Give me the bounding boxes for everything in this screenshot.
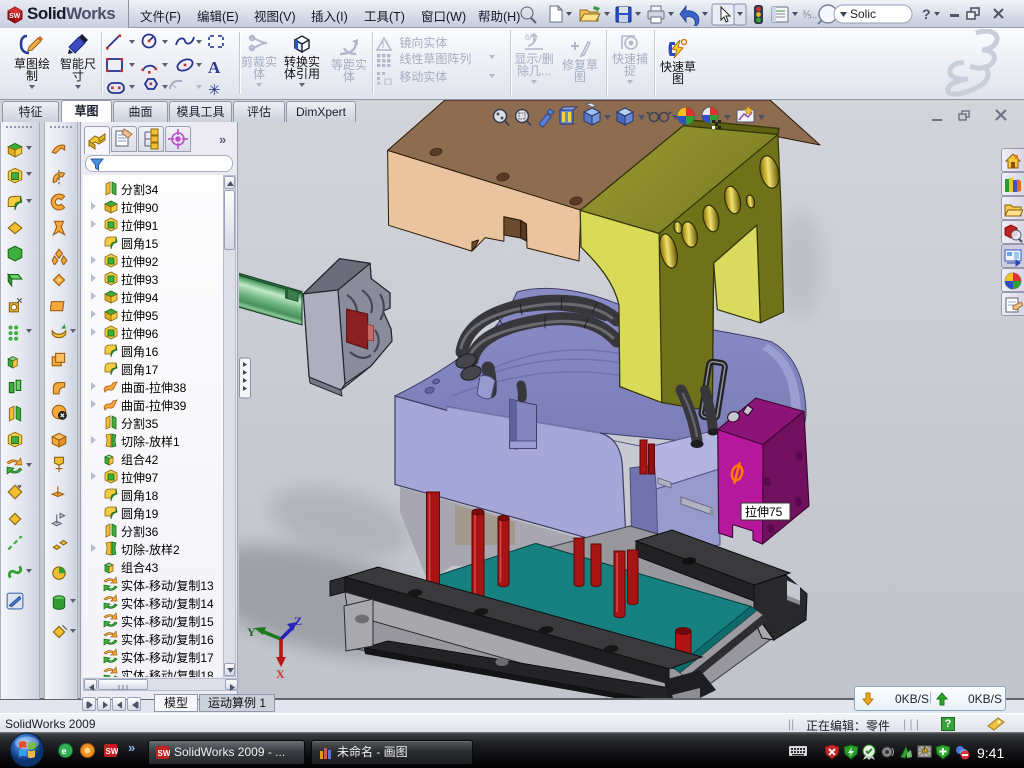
svg-text:⅗..: ⅗.. xyxy=(802,10,817,21)
svg-text:✳: ✳ xyxy=(208,82,221,98)
svg-text:SW: SW xyxy=(9,13,21,20)
svg-text:X: X xyxy=(276,667,285,681)
svg-text:Y: Y xyxy=(247,625,256,639)
svg-text:e: e xyxy=(62,746,67,756)
svg-text:拉伸75: 拉伸75 xyxy=(745,504,783,519)
svg-text:!: ! xyxy=(924,748,925,754)
svg-text:Z: Z xyxy=(294,614,302,628)
svg-text:?: ? xyxy=(922,6,931,22)
svg-text:A: A xyxy=(208,58,221,77)
svg-text:!: ! xyxy=(382,40,385,50)
svg-text:SW: SW xyxy=(158,749,171,758)
svg-text:6/: 6/ xyxy=(525,33,532,42)
svg-text:Solic: Solic xyxy=(850,7,876,21)
svg-text:SW: SW xyxy=(106,747,119,756)
